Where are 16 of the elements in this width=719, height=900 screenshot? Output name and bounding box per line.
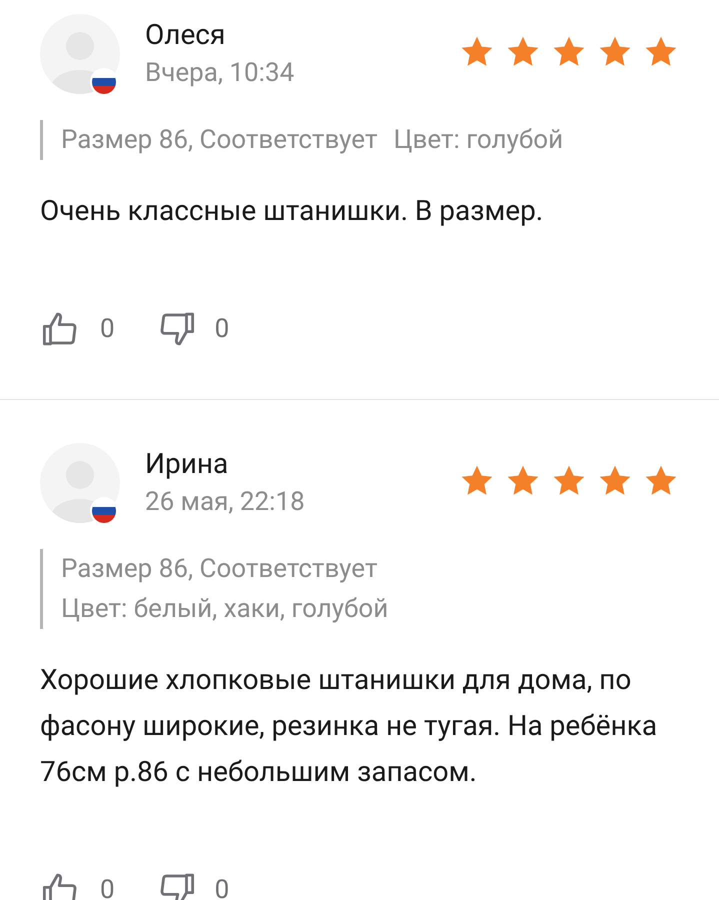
author-name: Ирина [145, 446, 230, 482]
dislike-button[interactable]: 0 [154, 869, 230, 900]
flag-icon [90, 497, 118, 525]
author-name: Олеся [145, 17, 226, 53]
review-text: Очень классные штанишки. В размер. [40, 193, 544, 229]
review-attribute: Размер 86, Соответствует [61, 553, 378, 586]
dislike-button[interactable]: 0 [154, 308, 230, 350]
review-attribute: Размер 86, Соответствует [61, 124, 378, 157]
review-attribute: Цвет: белый, хаки, голубой [61, 593, 388, 626]
review-text: Хорошие хлопковые штанишки для дома, по фасону широкие, резинка не тугая. На ребёнка 76см р.86 с небольшим запасом. [40, 662, 658, 790]
like-button[interactable]: 0 [40, 869, 115, 900]
review-date: Вчера, 10:34 [145, 57, 294, 90]
flag-icon [90, 68, 118, 96]
review-attribute: Цвет: голубой [393, 124, 564, 157]
like-button[interactable]: 0 [40, 308, 115, 350]
review-date: 26 мая, 22:18 [145, 486, 305, 519]
